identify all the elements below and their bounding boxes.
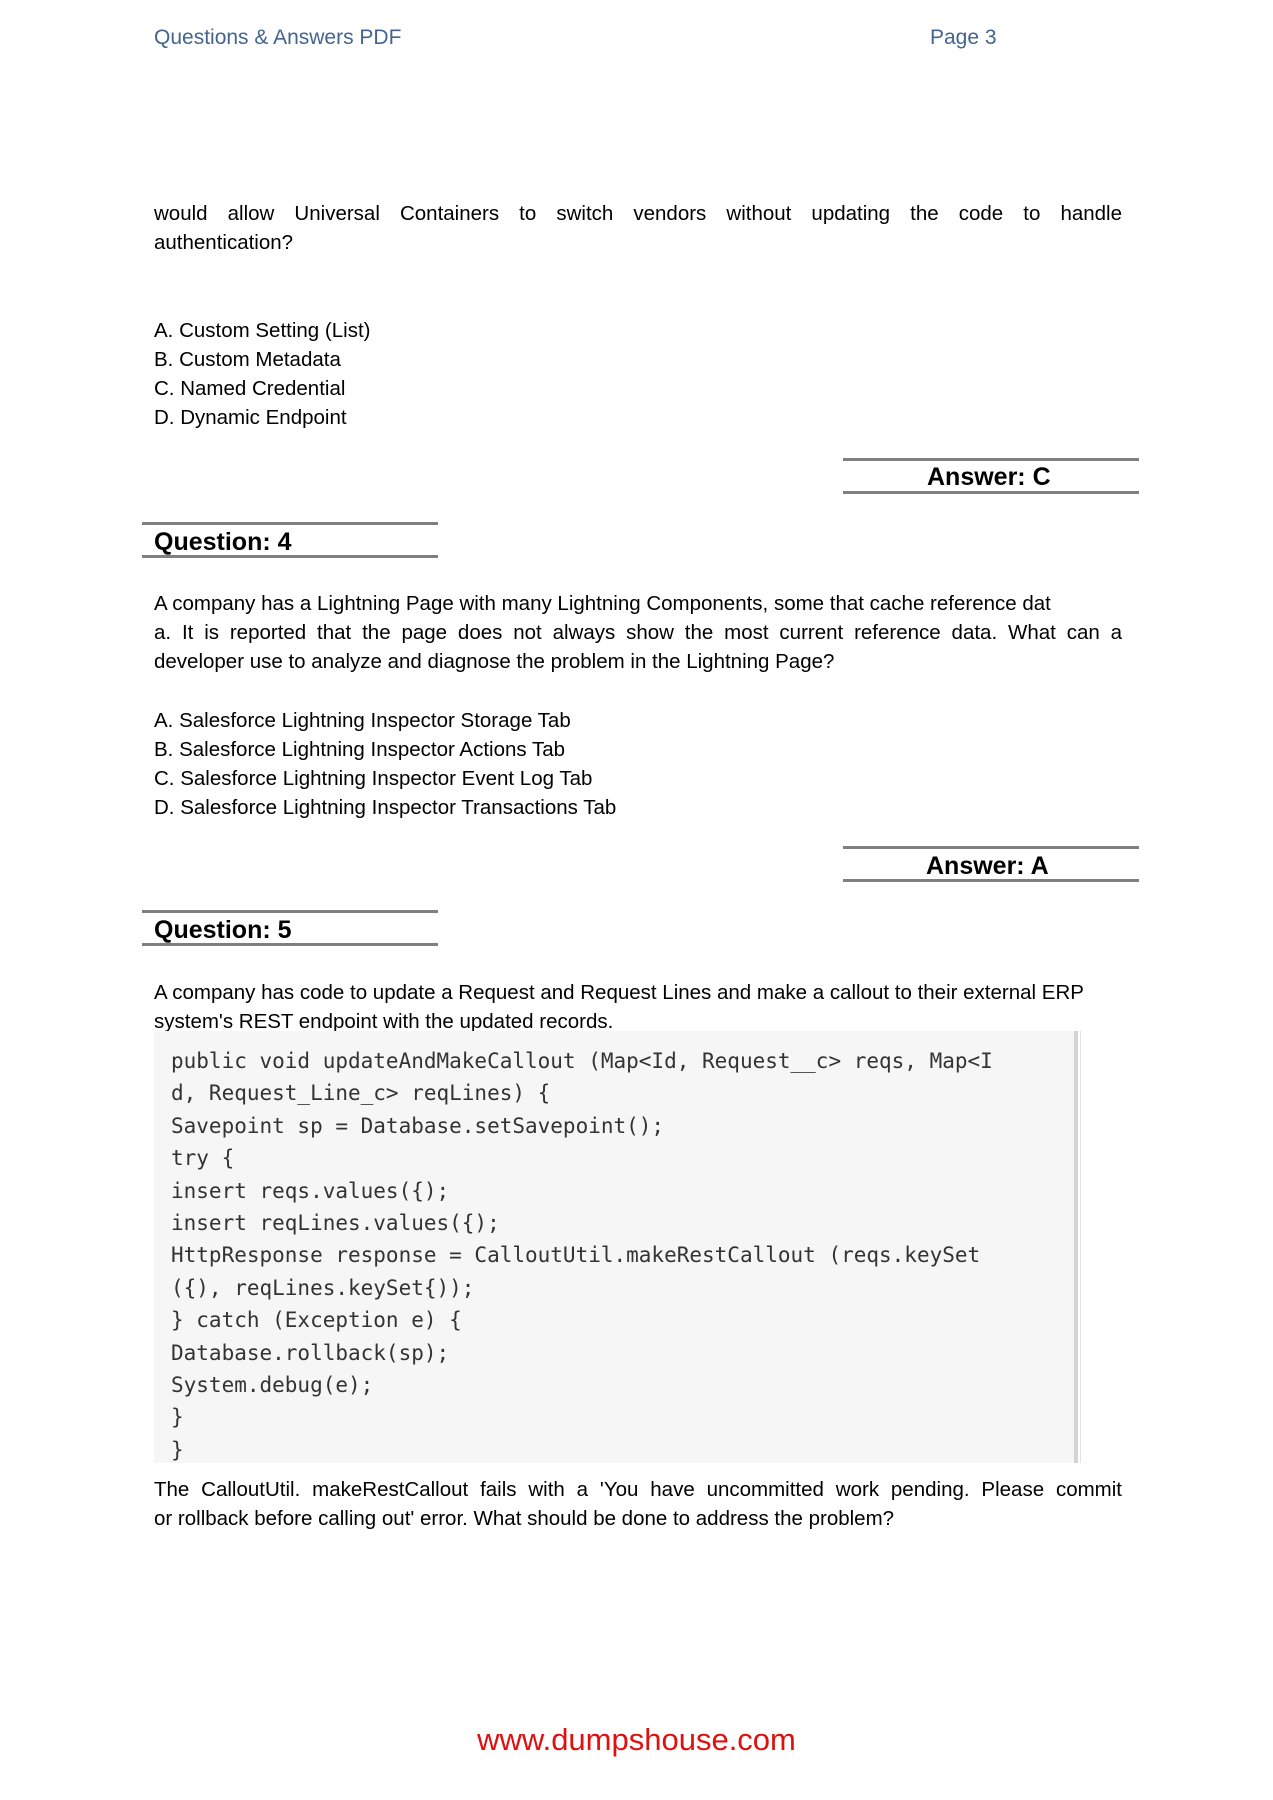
answer-box-top-rule xyxy=(843,458,1139,461)
text-line: A company has code to update a Request a… xyxy=(154,981,1084,1004)
question-4-options: A. Salesforce Lightning Inspector Storag… xyxy=(154,706,616,822)
code-line: Savepoint sp = Database.setSavepoint(); xyxy=(171,1113,665,1138)
question-box-bottom-rule xyxy=(142,555,438,558)
option-d: D. Salesforce Lightning Inspector Transa… xyxy=(154,796,617,819)
question-4-title: Question: 4 xyxy=(154,528,292,556)
text-line: A company has a Lightning Page with many… xyxy=(154,592,1051,615)
answer-box-bottom-rule xyxy=(843,491,1139,494)
code-line: } xyxy=(171,1437,184,1462)
code-line: try { xyxy=(171,1146,235,1171)
code-line: insert reqLines.values({); xyxy=(171,1211,500,1236)
text-line: or rollback before calling out' error. W… xyxy=(154,1507,895,1530)
code-line: insert reqs.values({); xyxy=(171,1178,450,1203)
answer-label: Answer: C xyxy=(927,463,1051,491)
option-c: C. Salesforce Lightning Inspector Event … xyxy=(154,767,593,790)
option-a: A. Custom Setting (List) xyxy=(154,319,371,342)
question-5-followup: The CalloutUtil. makeRestCallout fails w… xyxy=(154,1475,1122,1533)
question-4-text: A company has a Lightning Page with many… xyxy=(154,589,1122,676)
footer-website-link[interactable]: www.dumpshouse.com xyxy=(0,1722,1273,1758)
question-3-text: would allow Universal Containers to swit… xyxy=(154,199,1122,257)
question-box-top-rule xyxy=(142,522,438,525)
code-block-edge xyxy=(1080,1031,1081,1463)
code-line: d, Request_Line_c> reqLines) { xyxy=(171,1081,551,1106)
question-3-options: A. Custom Setting (List) B. Custom Metad… xyxy=(154,316,370,432)
option-c: C. Named Credential xyxy=(154,377,346,400)
text-line: would allow Universal Containers to swit… xyxy=(154,202,1122,225)
code-line: public void updateAndMakeCallout (Map<Id… xyxy=(171,1049,993,1073)
option-b: B. Salesforce Lightning Inspector Action… xyxy=(154,738,566,761)
question-box-bottom-rule xyxy=(142,943,438,946)
option-b: B. Custom Metadata xyxy=(154,348,341,371)
code-line: HttpResponse response = CalloutUtil.make… xyxy=(171,1243,981,1268)
code-line: Database.rollback(sp); xyxy=(171,1340,450,1365)
answer-label: Answer: A xyxy=(926,852,1049,880)
code-block: public void updateAndMakeCallout (Map<Id… xyxy=(154,1031,1078,1463)
code-line: ({), reqLines.keySet{)); xyxy=(171,1275,475,1300)
question-box-top-rule xyxy=(142,910,438,913)
question-5-text: A company has code to update a Request a… xyxy=(154,978,1122,1036)
code-text: public void updateAndMakeCallout (Map<Id… xyxy=(171,1045,993,1466)
answer-box-bottom-rule xyxy=(843,879,1139,882)
text-line: The CalloutUtil. makeRestCallout fails w… xyxy=(154,1478,1122,1501)
answer-box-top-rule xyxy=(843,846,1139,849)
code-line: } catch (Exception e) { xyxy=(171,1308,462,1333)
page-number: Page 3 xyxy=(930,26,997,49)
header-title: Questions & Answers PDF xyxy=(154,26,402,49)
text-line: a. It is reported that the page does not… xyxy=(154,621,1122,644)
code-line: System.debug(e); xyxy=(171,1373,374,1398)
code-line: } xyxy=(171,1405,184,1430)
text-line: authentication? xyxy=(154,231,294,254)
option-a: A. Salesforce Lightning Inspector Storag… xyxy=(154,709,571,732)
question-5-title: Question: 5 xyxy=(154,916,292,944)
text-line: developer use to analyze and diagnose th… xyxy=(154,650,835,673)
option-d: D. Dynamic Endpoint xyxy=(154,406,347,429)
